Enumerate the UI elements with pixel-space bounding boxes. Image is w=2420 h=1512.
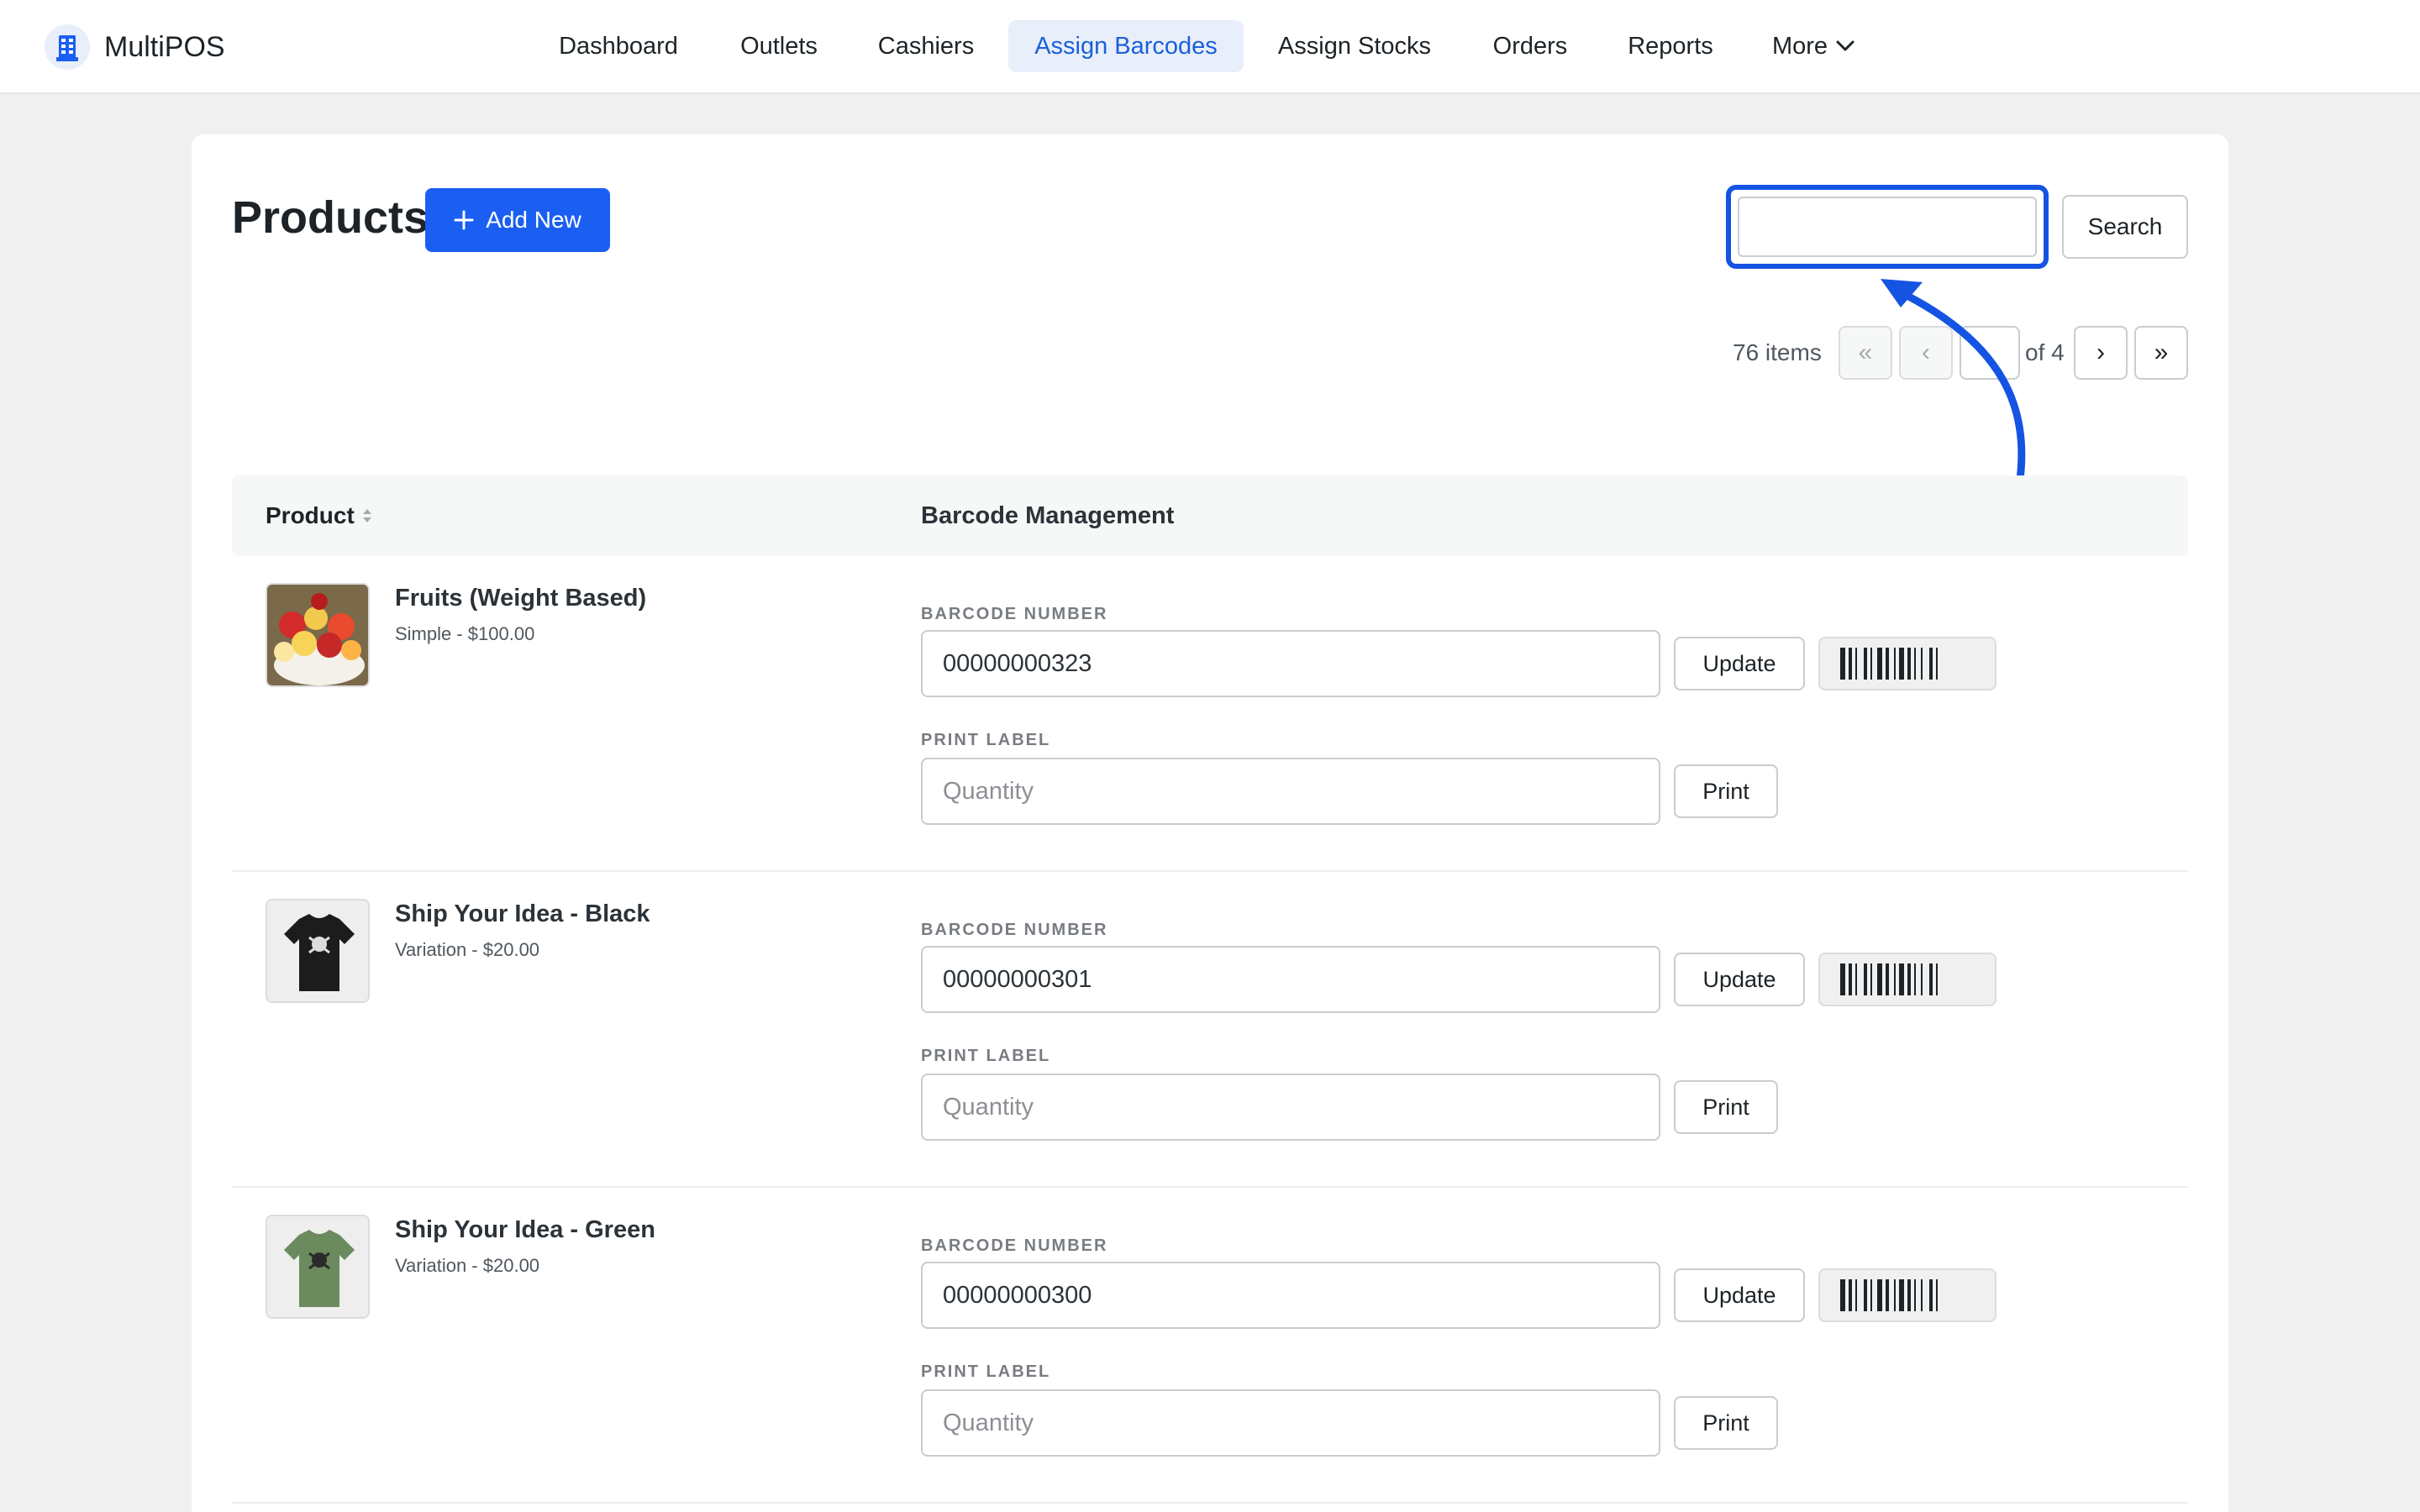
nav-dashboard[interactable]: Dashboard (541, 20, 696, 72)
nav-reports[interactable]: Reports (1613, 20, 1728, 72)
search-highlight (1726, 185, 2049, 269)
nav-more-label: More (1771, 33, 1828, 60)
nav-assign-barcodes[interactable]: Assign Barcodes (1008, 20, 1244, 72)
items-count: 76 items (1733, 339, 1822, 365)
print-label-label: PRINT LABEL (921, 731, 1051, 749)
fruit-bowl-image (266, 583, 370, 687)
nav-assign-stocks[interactable]: Assign Stocks (1262, 20, 1447, 72)
print-button[interactable]: Print (1674, 764, 1778, 818)
first-page-button[interactable]: « (1839, 326, 1892, 380)
prev-page-button[interactable]: ‹ (1899, 326, 1953, 380)
update-barcode-button[interactable]: Update (1674, 953, 1805, 1006)
barcode-icon (1840, 1279, 1938, 1311)
column-header-product-label: Product (266, 502, 355, 528)
barcode-preview[interactable] (1818, 953, 1996, 1006)
quantity-input[interactable] (921, 1074, 1660, 1141)
green-tshirt-image (266, 1215, 370, 1319)
print-button[interactable]: Print (1674, 1080, 1778, 1134)
nav-orders[interactable]: Orders (1472, 20, 1588, 72)
product-meta: Variation - $20.00 (395, 1255, 540, 1276)
search-button[interactable]: Search (2062, 195, 2188, 259)
total-pages: of 4 (2025, 339, 2065, 365)
products-card: Products Add New Search 76 items « ‹ of … (192, 134, 2228, 1512)
quantity-input[interactable] (921, 1389, 1660, 1457)
sort-icon (362, 509, 371, 522)
barcode-preview[interactable] (1818, 1268, 1996, 1322)
table-header: Product Barcode Management (232, 475, 2188, 556)
barcode-number-label: BARCODE NUMBER (921, 605, 1108, 623)
print-button[interactable]: Print (1674, 1396, 1778, 1450)
page-title: Products (232, 192, 429, 243)
barcode-icon (1840, 963, 1938, 995)
current-page-input[interactable] (1960, 326, 2020, 380)
table-row: Fruits (Weight Based) Simple - $100.00 B… (232, 556, 2188, 872)
nav-cashiers[interactable]: Cashiers (862, 20, 990, 72)
nav-outlets[interactable]: Outlets (723, 20, 835, 72)
black-tshirt-image (266, 899, 370, 1003)
last-page-button[interactable]: » (2134, 326, 2188, 380)
barcode-number-input[interactable] (921, 946, 1660, 1013)
search-input[interactable] (1738, 197, 2037, 257)
product-name: Fruits (Weight Based) (395, 585, 647, 612)
product-name: Ship Your Idea - Black (395, 900, 650, 927)
barcode-icon (1840, 648, 1938, 680)
add-new-label: Add New (486, 207, 581, 233)
chevron-down-icon (1836, 40, 1854, 51)
update-barcode-button[interactable]: Update (1674, 1268, 1805, 1322)
barcode-number-label: BARCODE NUMBER (921, 921, 1108, 939)
print-label-label: PRINT LABEL (921, 1047, 1051, 1065)
table-row: Ship Your Idea - Green Variation - $20.0… (232, 1188, 2188, 1504)
product-name: Ship Your Idea - Green (395, 1216, 655, 1243)
plus-icon (454, 210, 474, 230)
product-meta: Simple - $100.00 (395, 623, 535, 644)
table-row: Ship Your Idea - Black Variation - $20.0… (232, 872, 2188, 1188)
next-page-button[interactable]: › (2074, 326, 2128, 380)
add-new-button[interactable]: Add New (425, 188, 610, 252)
update-barcode-button[interactable]: Update (1674, 637, 1805, 690)
main-nav: Dashboard Outlets Cashiers Assign Barcod… (0, 0, 2420, 94)
barcode-number-input[interactable] (921, 630, 1660, 697)
barcode-preview[interactable] (1818, 637, 1996, 690)
top-navigation-bar: MultiPOS Dashboard Outlets Cashiers Assi… (0, 0, 2420, 94)
nav-more[interactable]: More (1754, 20, 1872, 72)
print-label-label: PRINT LABEL (921, 1362, 1051, 1381)
quantity-input[interactable] (921, 758, 1660, 825)
product-meta: Variation - $20.00 (395, 939, 540, 960)
barcode-number-input[interactable] (921, 1262, 1660, 1329)
barcode-number-label: BARCODE NUMBER (921, 1236, 1108, 1255)
column-header-barcode-management: Barcode Management (921, 502, 1175, 529)
column-header-product[interactable]: Product (266, 502, 373, 529)
